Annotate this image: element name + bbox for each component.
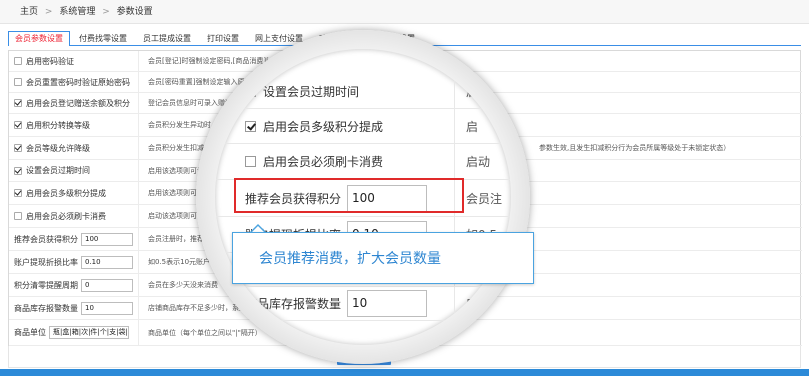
setting-checkbox[interactable] xyxy=(14,166,22,175)
setting-label-cell: 启用会员登记赠送余额及积分 xyxy=(9,93,139,113)
zoomed-label-cell: 启用会员多级积分提成 xyxy=(215,109,455,143)
tab-print[interactable]: 打印设置 xyxy=(200,31,246,45)
zoomed-description: 启动 xyxy=(466,155,491,169)
setting-label: 商品单位 xyxy=(14,328,46,337)
setting-label-cell: 账户提现折损比率 0.10 xyxy=(9,251,139,273)
zoomed-row: 商品库存报警数量 10 店 xyxy=(215,287,511,321)
setting-label: 积分清零提醒周期 xyxy=(14,280,78,290)
tab-payment-change[interactable]: 付费找零设置 xyxy=(72,31,134,45)
setting-label: 设置会员过期时间 xyxy=(26,166,90,175)
zoomed-label: 设置会员过期时间 xyxy=(263,85,360,99)
breadcrumb-separator: > xyxy=(44,7,53,17)
setting-label-cell: 商品库存报警数量 10 xyxy=(9,297,139,319)
breadcrumb: 主页 > 系统管理 > 参数设置 xyxy=(0,0,809,24)
setting-label-cell: 启用密码验证 xyxy=(9,51,139,71)
setting-input[interactable]: 0 xyxy=(81,278,133,292)
setting-checkbox[interactable] xyxy=(14,212,22,220)
setting-input[interactable]: 瓶|盒|箱|次|件|个|支|袋| xyxy=(49,326,129,339)
setting-label: 启用会员登记赠送余额及积分 xyxy=(26,98,130,108)
breadcrumb-separator: > xyxy=(102,7,110,17)
zoomed-label: 商品库存报警数量 xyxy=(245,297,342,311)
zoomed-label-cell: 启用会员必须刷卡消费 xyxy=(215,144,455,179)
breadcrumb-home[interactable]: 主页 xyxy=(20,7,38,17)
setting-label: 启用密码验证 xyxy=(26,56,74,66)
zoomed-description: 会员注 xyxy=(466,191,503,206)
setting-label: 会员重置密码时验证原始密码 xyxy=(26,77,130,87)
breadcrumb-system[interactable]: 系统管理 xyxy=(59,7,95,17)
zoomed-checkbox[interactable] xyxy=(245,120,256,132)
setting-checkbox[interactable] xyxy=(14,189,22,197)
setting-label-cell: 设置会员过期时间 xyxy=(9,160,139,181)
setting-input[interactable]: 100 xyxy=(81,232,133,246)
setting-input[interactable]: 10 xyxy=(81,301,133,315)
setting-checkbox[interactable] xyxy=(14,121,22,129)
setting-checkbox[interactable] xyxy=(14,99,22,107)
setting-label: 启用会员必须刷卡消费 xyxy=(26,211,106,221)
setting-description-text: 会员在多少天没来消费 xyxy=(148,281,218,289)
setting-input[interactable]: 0.10 xyxy=(81,255,133,269)
callout-text: 会员推荐消费，扩大会员数量 xyxy=(259,251,441,267)
setting-label: 推荐会员获得积分 xyxy=(14,234,78,244)
zoomed-row: 启用会员必须刷卡消费 启动 xyxy=(215,144,511,180)
tab-member-params[interactable]: 会员参数设置 xyxy=(8,31,70,46)
setting-label: 商品库存报警数量 xyxy=(14,303,78,313)
setting-checkbox[interactable] xyxy=(14,144,22,152)
zoomed-input[interactable]: 10 xyxy=(347,290,428,317)
setting-label-cell: 会员重置密码时验证原始密码 xyxy=(9,72,139,92)
setting-checkbox[interactable] xyxy=(14,78,22,86)
setting-label-cell: 启用会员多级积分提成 xyxy=(9,182,139,204)
zoomed-description: 启 xyxy=(466,85,479,99)
callout-tooltip: 会员推荐消费，扩大会员数量 xyxy=(232,232,534,284)
setting-label-cell: 积分清零提醒周期 0 xyxy=(9,274,139,296)
zoomed-checkbox[interactable] xyxy=(245,156,256,167)
zoomed-label: 启用会员必须刷卡消费 xyxy=(263,155,384,169)
zoomed-description: 启 xyxy=(466,119,479,134)
zoomed-description: 店 xyxy=(466,297,479,311)
setting-label: 启用会员多级积分提成 xyxy=(26,188,106,198)
highlight-frame xyxy=(234,178,464,213)
tab-staff-commission[interactable]: 员工提成设置 xyxy=(136,31,198,45)
setting-label-cell: 推荐会员获得积分 100 xyxy=(9,228,139,250)
setting-description: 会员[登记]时强制设定密码,[商品消费][会员换卡]时必须输入密码验证行为 xyxy=(145,51,802,71)
zoomed-row: 启用会员多级积分提成 启 xyxy=(215,109,511,144)
zoomed-label-cell: 设置会员过期时间 xyxy=(215,75,455,108)
setting-label-cell: 商品单位 瓶|盒|箱|次|件|个|支|袋| xyxy=(9,320,139,345)
setting-label-cell: 启用会员必须刷卡消费 xyxy=(9,205,139,227)
breadcrumb-current: 参数设置 xyxy=(116,7,153,17)
setting-checkbox[interactable] xyxy=(14,57,22,65)
setting-label-cell: 会员等级允许降级 xyxy=(9,137,139,159)
setting-label: 账户提现折损比率 xyxy=(14,257,78,267)
setting-label: 会员等级允许降级 xyxy=(26,143,90,153)
bottom-strip xyxy=(0,369,809,376)
setting-label: 启用积分转换等级 xyxy=(26,120,90,130)
zoomed-label-cell: 商品库存报警数量 10 xyxy=(215,287,455,320)
setting-description: 商品单位（每个单位之间以"|"隔开） xyxy=(145,320,802,345)
setting-description-tail: 参数生效,且发生扣减积分行为会员所属等级处于未锁定状态） xyxy=(539,144,731,152)
zoomed-label: 启用会员多级积分提成 xyxy=(263,119,384,134)
zoomed-row: 设置会员过期时间 启 xyxy=(215,75,511,109)
zoomed-checkbox[interactable] xyxy=(245,86,256,97)
setting-label-cell: 启用积分转换等级 xyxy=(9,114,139,136)
setting-description-text: 商品单位（每个单位之间以"|"隔开） xyxy=(148,328,262,337)
